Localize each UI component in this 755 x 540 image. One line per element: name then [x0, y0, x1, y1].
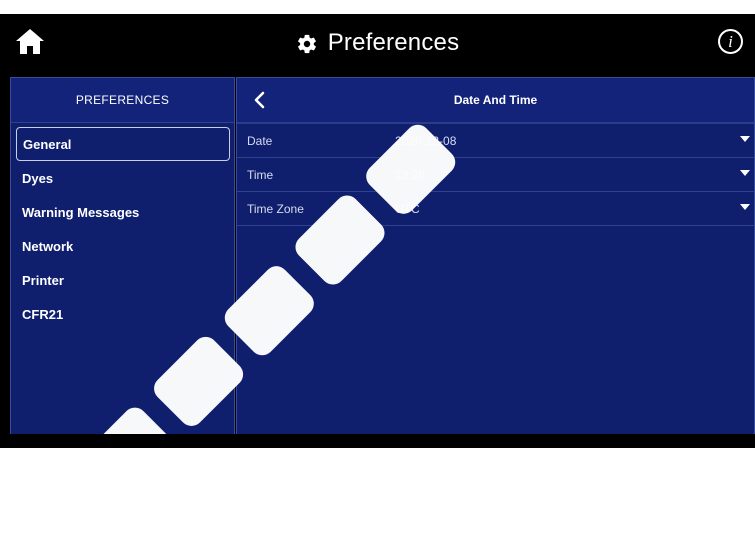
setting-row-date[interactable]: Date 2020-12-08 — [237, 124, 754, 158]
sidebar-item-general[interactable]: General — [16, 127, 230, 161]
sidebar-item-cfr21[interactable]: CFR21 — [16, 297, 230, 331]
setting-label: Time Zone — [247, 201, 304, 216]
setting-value: 13:20 — [395, 167, 426, 182]
info-icon[interactable]: i — [718, 29, 743, 54]
page-title: Preferences — [327, 29, 460, 56]
gear-icon — [297, 34, 316, 53]
sidebar-item-network[interactable]: Network — [16, 229, 230, 263]
page-title-group: Preferences — [0, 25, 755, 61]
setting-label: Time — [247, 167, 274, 182]
setting-value: 2020-12-08 — [395, 133, 457, 148]
back-chevron-icon[interactable] — [249, 89, 271, 111]
sidebar: PREFERENCES General Dyes Warning Message… — [10, 77, 235, 448]
chevron-down-icon[interactable] — [740, 204, 750, 211]
app-frame: Preferences i PREFERENCES General Dyes W… — [0, 14, 755, 448]
setting-value: UTC — [395, 201, 420, 216]
setting-row-time-zone[interactable]: Time Zone UTC — [237, 192, 754, 226]
detail-panel: Date And Time Date 2020-12-08 Time 13:20… — [236, 77, 755, 448]
detail-header: Date And Time — [237, 78, 754, 124]
sidebar-item-warning-messages[interactable]: Warning Messages — [16, 195, 230, 229]
detail-title: Date And Time — [453, 93, 538, 107]
sidebar-item-printer[interactable]: Printer — [16, 263, 230, 297]
bottom-edge — [0, 434, 755, 448]
setting-label: Date — [247, 133, 273, 148]
setting-row-time[interactable]: Time 13:20 — [237, 158, 754, 192]
chevron-down-icon[interactable] — [740, 136, 750, 143]
sidebar-nav: General Dyes Warning Messages Network Pr… — [11, 123, 234, 331]
sidebar-heading: PREFERENCES — [11, 78, 234, 123]
top-bar: Preferences i — [0, 14, 755, 72]
chevron-down-icon[interactable] — [740, 170, 750, 177]
sidebar-item-dyes[interactable]: Dyes — [16, 161, 230, 195]
